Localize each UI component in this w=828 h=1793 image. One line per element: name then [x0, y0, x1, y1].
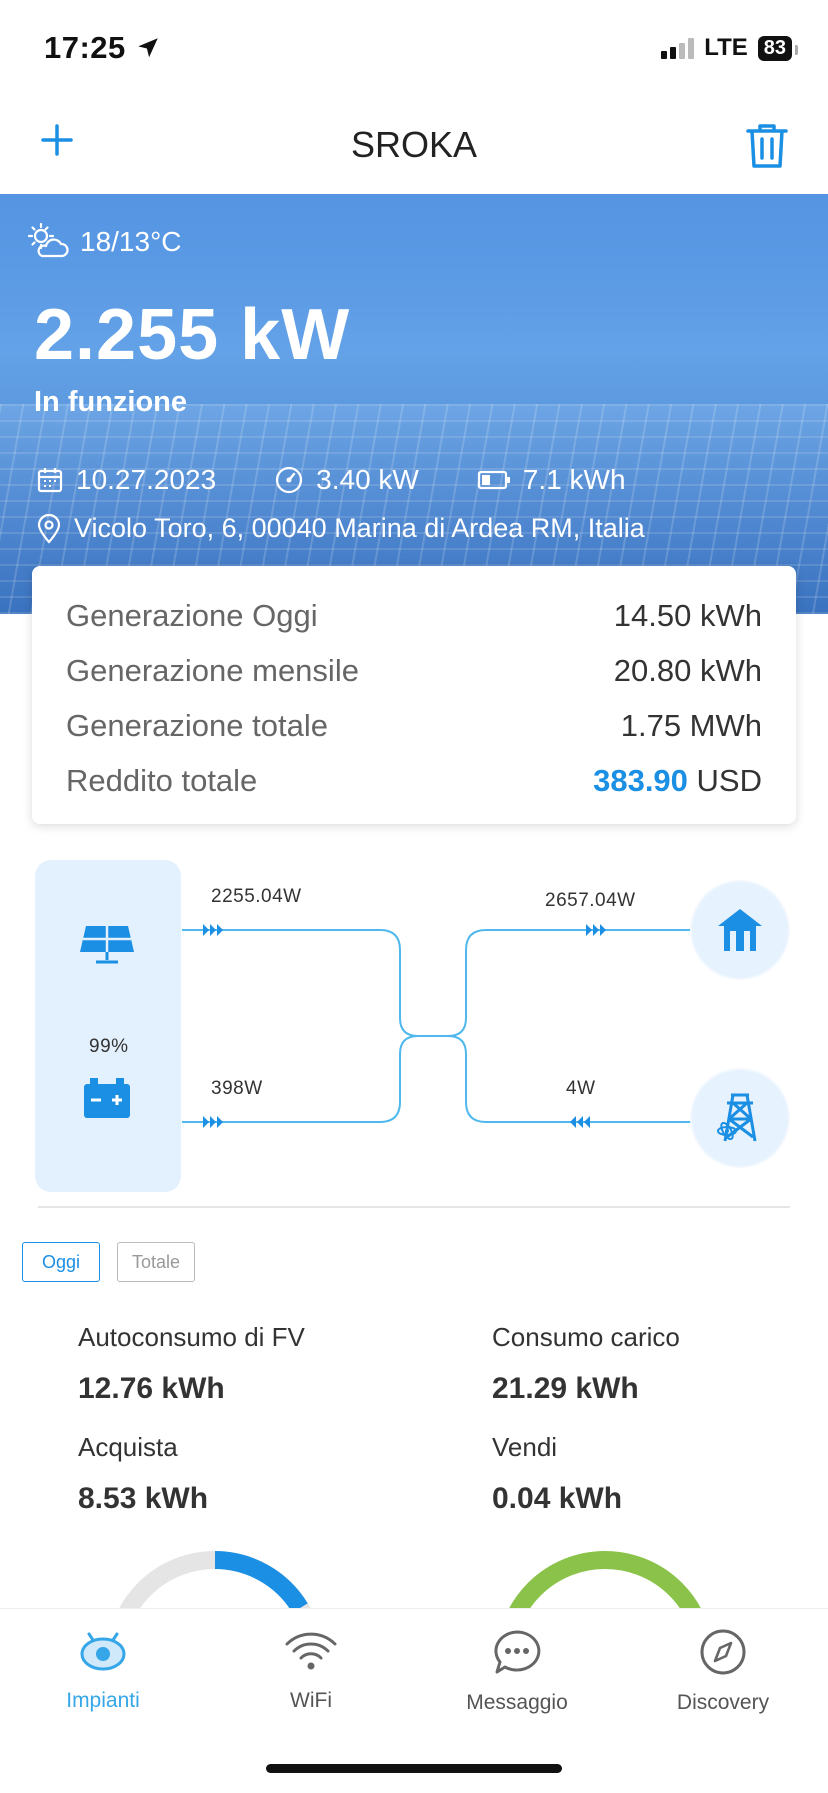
summary-row: Generazione mensile 20.80 kWh: [66, 652, 762, 688]
tabbar-item-messaggio[interactable]: Messaggio: [442, 1628, 592, 1715]
self-consumption-value: 12.76 kWh: [78, 1372, 225, 1405]
pv-flow-arrow: [203, 924, 223, 936]
installed-capacity: 3.40 kW: [316, 464, 419, 495]
battery-level-icon: [477, 470, 510, 490]
sell-label: Vendi: [492, 1432, 558, 1462]
status-indicators: LTE 83: [661, 34, 799, 62]
load-flow-arrow: [586, 924, 606, 936]
tabbar-label: WiFi: [290, 1689, 332, 1712]
battery-capacity: 7.1 kWh: [522, 464, 626, 495]
address-text: Vicolo Toro, 6, 00040 Marina di Ardea RM…: [74, 513, 645, 543]
solar-panel-icon: [78, 922, 136, 973]
buy-value: 8.53 kWh: [78, 1482, 209, 1515]
tab-total[interactable]: Totale: [117, 1242, 195, 1282]
tabbar-label: Discovery: [676, 1691, 770, 1714]
consumption-gauges: [118, 1551, 702, 1610]
generation-summary-card: Generazione Oggi 14.50 kWh Generazione m…: [32, 566, 796, 824]
status-time: 17:25: [44, 30, 161, 66]
home-load-icon: [692, 882, 788, 978]
load-flow-line: [447, 929, 692, 1037]
load-power-label: 2657.04W: [545, 890, 636, 911]
power-grid-icon: [692, 1070, 788, 1166]
home-indicator: [266, 1764, 562, 1773]
plant-address: Vicolo Toro, 6, 00040 Marina di Ardea RM…: [36, 513, 645, 544]
network-type: LTE: [704, 34, 748, 61]
battery-flow-arrow: [203, 1116, 223, 1128]
battery-storage-icon: [82, 1076, 132, 1125]
calendar-icon: [37, 468, 63, 493]
compass-icon: [700, 1629, 746, 1675]
self-consumption-gauge-arc: [214, 1551, 308, 1610]
weather-temp: 18/13°C: [80, 226, 182, 257]
tabbar-label: Impianti: [66, 1689, 140, 1712]
summary-row: Generazione Oggi 14.50 kWh: [66, 597, 762, 633]
tabbar-label: Messaggio: [466, 1691, 568, 1714]
pv-power-label: 2255.04W: [211, 886, 302, 907]
battery-power-label: 398W: [211, 1078, 263, 1099]
tabbar-item-discovery[interactable]: Discovery: [648, 1628, 798, 1715]
battery-icon: 83: [757, 35, 799, 61]
location-arrow-icon: [138, 38, 158, 58]
location-pin-icon: [37, 513, 61, 544]
tabbar-item-impianti[interactable]: Impianti: [28, 1628, 178, 1713]
plant-status: In funzione: [34, 386, 188, 418]
load-gauge-arc: [508, 1551, 702, 1610]
signal-icon: [661, 37, 695, 59]
load-consumption-label: Consumo carico: [492, 1322, 680, 1352]
trash-icon: [746, 124, 788, 168]
sell-value: 0.04 kWh: [492, 1482, 623, 1515]
gauge-icon: [276, 466, 303, 494]
plant-icon: [80, 1632, 126, 1671]
battery-soc-label: 99%: [89, 1036, 129, 1057]
tab-today[interactable]: Oggi: [22, 1242, 100, 1282]
partly-cloudy-icon: [27, 222, 69, 258]
install-date: 10.27.2023: [76, 464, 217, 495]
message-icon: [494, 1630, 541, 1674]
weather: 18/13°C: [26, 222, 182, 262]
divider: [38, 1206, 790, 1208]
grid-flow-arrow: [570, 1116, 590, 1128]
grid-power-label: 4W: [566, 1078, 596, 1099]
pv-flow-line: [182, 929, 419, 1037]
self-consumption-label: Autoconsumo di FV: [78, 1322, 305, 1352]
summary-row-income: Reddito totale 383.90 USD: [66, 762, 762, 798]
income-value: 383.90: [593, 762, 688, 798]
summary-row: Generazione totale 1.75 MWh: [66, 707, 762, 743]
current-power: 2.255 kW: [34, 295, 351, 375]
income-currency: USD: [696, 762, 762, 798]
buy-label: Acquista: [78, 1432, 178, 1462]
tabbar-item-wifi[interactable]: WiFi: [236, 1628, 386, 1713]
page-title: SROKA: [350, 124, 478, 165]
load-consumption-value: 21.29 kWh: [492, 1372, 639, 1405]
delete-button[interactable]: [744, 121, 790, 171]
wifi-icon: [285, 1632, 337, 1670]
plant-info-row: 10.27.2023 3.40 kW 7.1 kWh: [36, 464, 626, 496]
